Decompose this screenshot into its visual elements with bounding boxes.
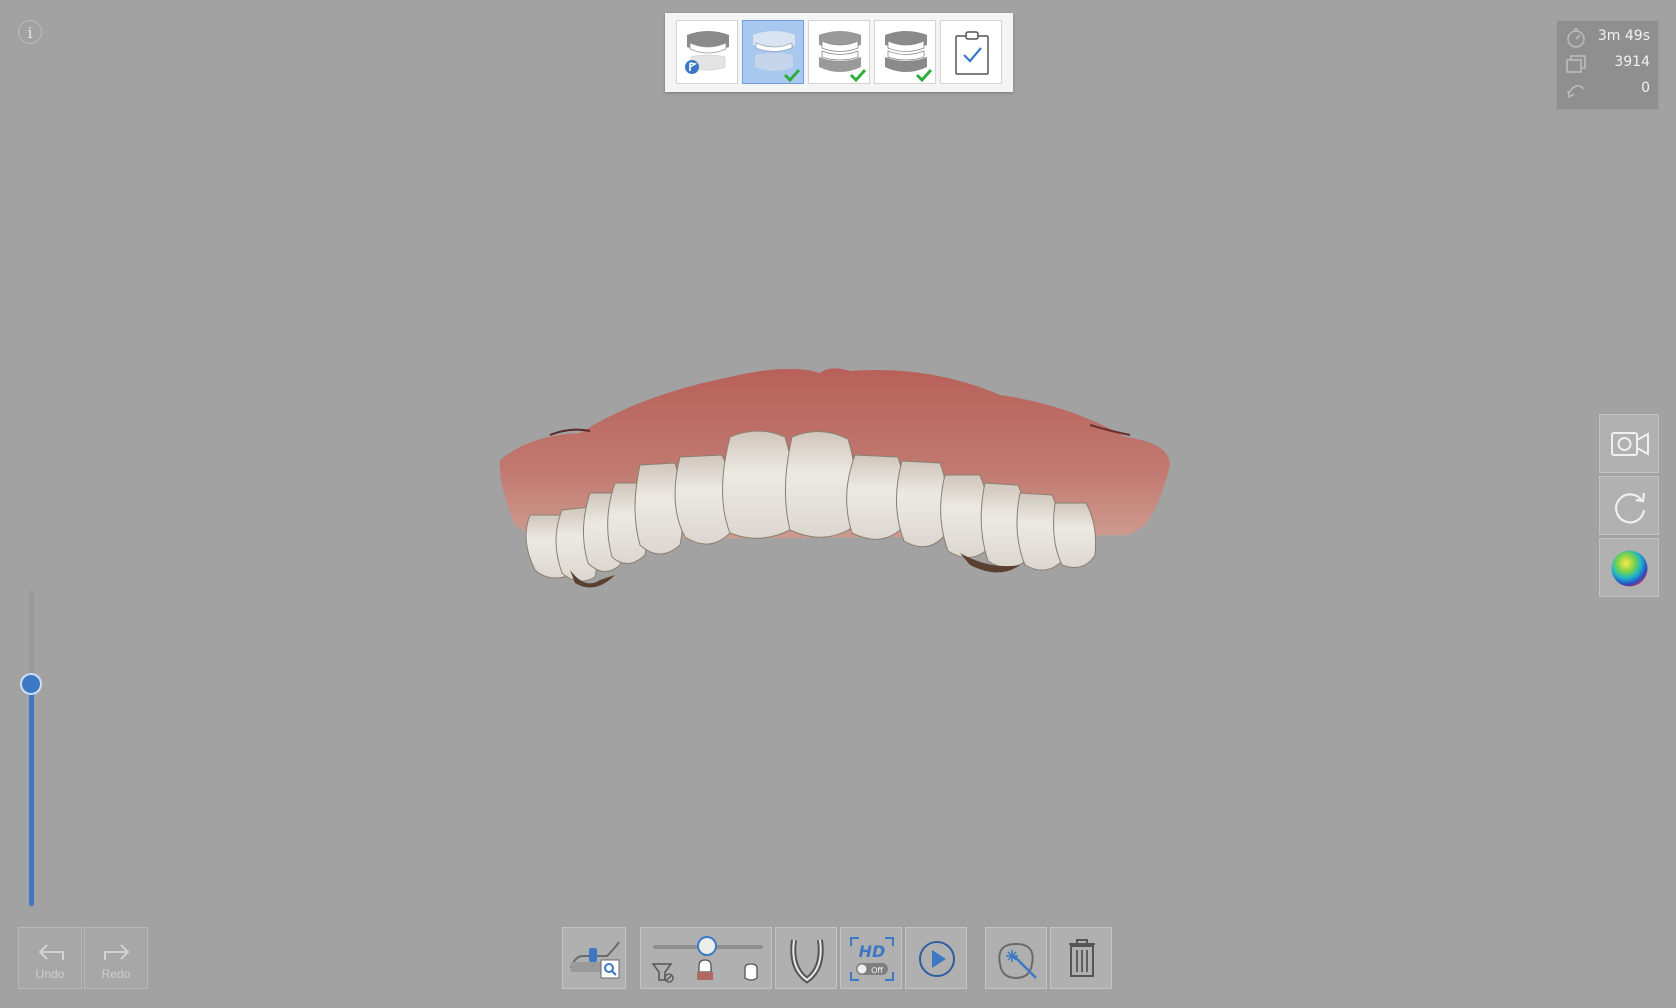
scan-time-value: 3m 49s xyxy=(1597,28,1650,44)
arch-mode-button[interactable] xyxy=(775,927,837,989)
svg-text:HD: HD xyxy=(859,942,886,961)
undo-label: Undo xyxy=(35,967,65,981)
hd-toggle-button[interactable]: HD Off xyxy=(840,927,902,989)
scan-time-row: 3m 49s xyxy=(1563,25,1650,49)
video-camera-icon xyxy=(1611,432,1649,456)
filter-off-icon[interactable] xyxy=(651,963,674,983)
video-record-button[interactable] xyxy=(1599,414,1659,473)
info-icon: i xyxy=(27,24,33,42)
color-mode-button[interactable] xyxy=(1599,538,1659,597)
depth-slider-fill xyxy=(29,684,34,906)
dental-scan-model[interactable] xyxy=(490,365,1190,605)
scanner-search-icon xyxy=(570,941,620,979)
tooth-magic-wand-icon xyxy=(998,942,1037,980)
undo-icon xyxy=(38,944,64,960)
check-icon xyxy=(783,68,801,83)
reset-view-button[interactable] xyxy=(1599,476,1659,535)
redo-button[interactable]: Redo xyxy=(84,927,148,989)
frame-count-value: 3914 xyxy=(1614,54,1650,70)
clipboard-check-icon xyxy=(955,31,989,75)
stopwatch-icon xyxy=(1567,28,1585,48)
trash-icon xyxy=(1069,939,1095,977)
occlusion-icon xyxy=(885,31,933,83)
delete-button[interactable] xyxy=(1050,927,1112,989)
check-icon xyxy=(849,68,867,83)
scan-stats-panel: 3m 49s 3914 0 xyxy=(1556,20,1659,110)
rotate-icon xyxy=(1615,492,1646,524)
occlusion-icon xyxy=(819,31,867,83)
undo-button[interactable]: Undo xyxy=(18,927,82,989)
frame-count-row: 3914 xyxy=(1563,51,1650,75)
rotation-count-row: 0 xyxy=(1563,77,1650,101)
filter-icons xyxy=(651,959,758,983)
depth-slider-knob[interactable] xyxy=(20,673,42,695)
auto-trim-button[interactable] xyxy=(985,927,1047,989)
dental-arch-icon xyxy=(790,939,824,984)
scan-inspect-button[interactable] xyxy=(562,927,626,989)
redo-label: Redo xyxy=(101,967,131,981)
lower-jaw-icon xyxy=(753,31,801,83)
occlusion-stage-1[interactable] xyxy=(808,20,870,84)
color-sphere-icon xyxy=(1611,550,1648,587)
tooth-only-icon[interactable] xyxy=(744,963,758,981)
filter-toolbar xyxy=(640,927,772,989)
lower-jaw-stage[interactable] xyxy=(742,20,804,84)
review-stage[interactable] xyxy=(940,20,1002,84)
rotation-icon xyxy=(1567,85,1585,99)
play-button[interactable] xyxy=(905,927,967,989)
frames-icon xyxy=(1566,55,1586,73)
upper-jaw-stage[interactable] xyxy=(676,20,738,84)
upper-jaw-icon xyxy=(685,31,729,74)
info-button[interactable]: i xyxy=(18,20,42,44)
tooth-gum-icon[interactable] xyxy=(697,959,713,980)
redo-icon xyxy=(104,944,130,960)
check-icon xyxy=(915,68,933,83)
scan-stage-bar xyxy=(665,13,1013,92)
hd-icon: HD Off xyxy=(850,937,894,981)
play-icon xyxy=(919,941,955,977)
occlusion-stage-2[interactable] xyxy=(874,20,936,84)
rotation-count-value: 0 xyxy=(1641,80,1650,96)
svg-text:Off: Off xyxy=(871,966,883,975)
